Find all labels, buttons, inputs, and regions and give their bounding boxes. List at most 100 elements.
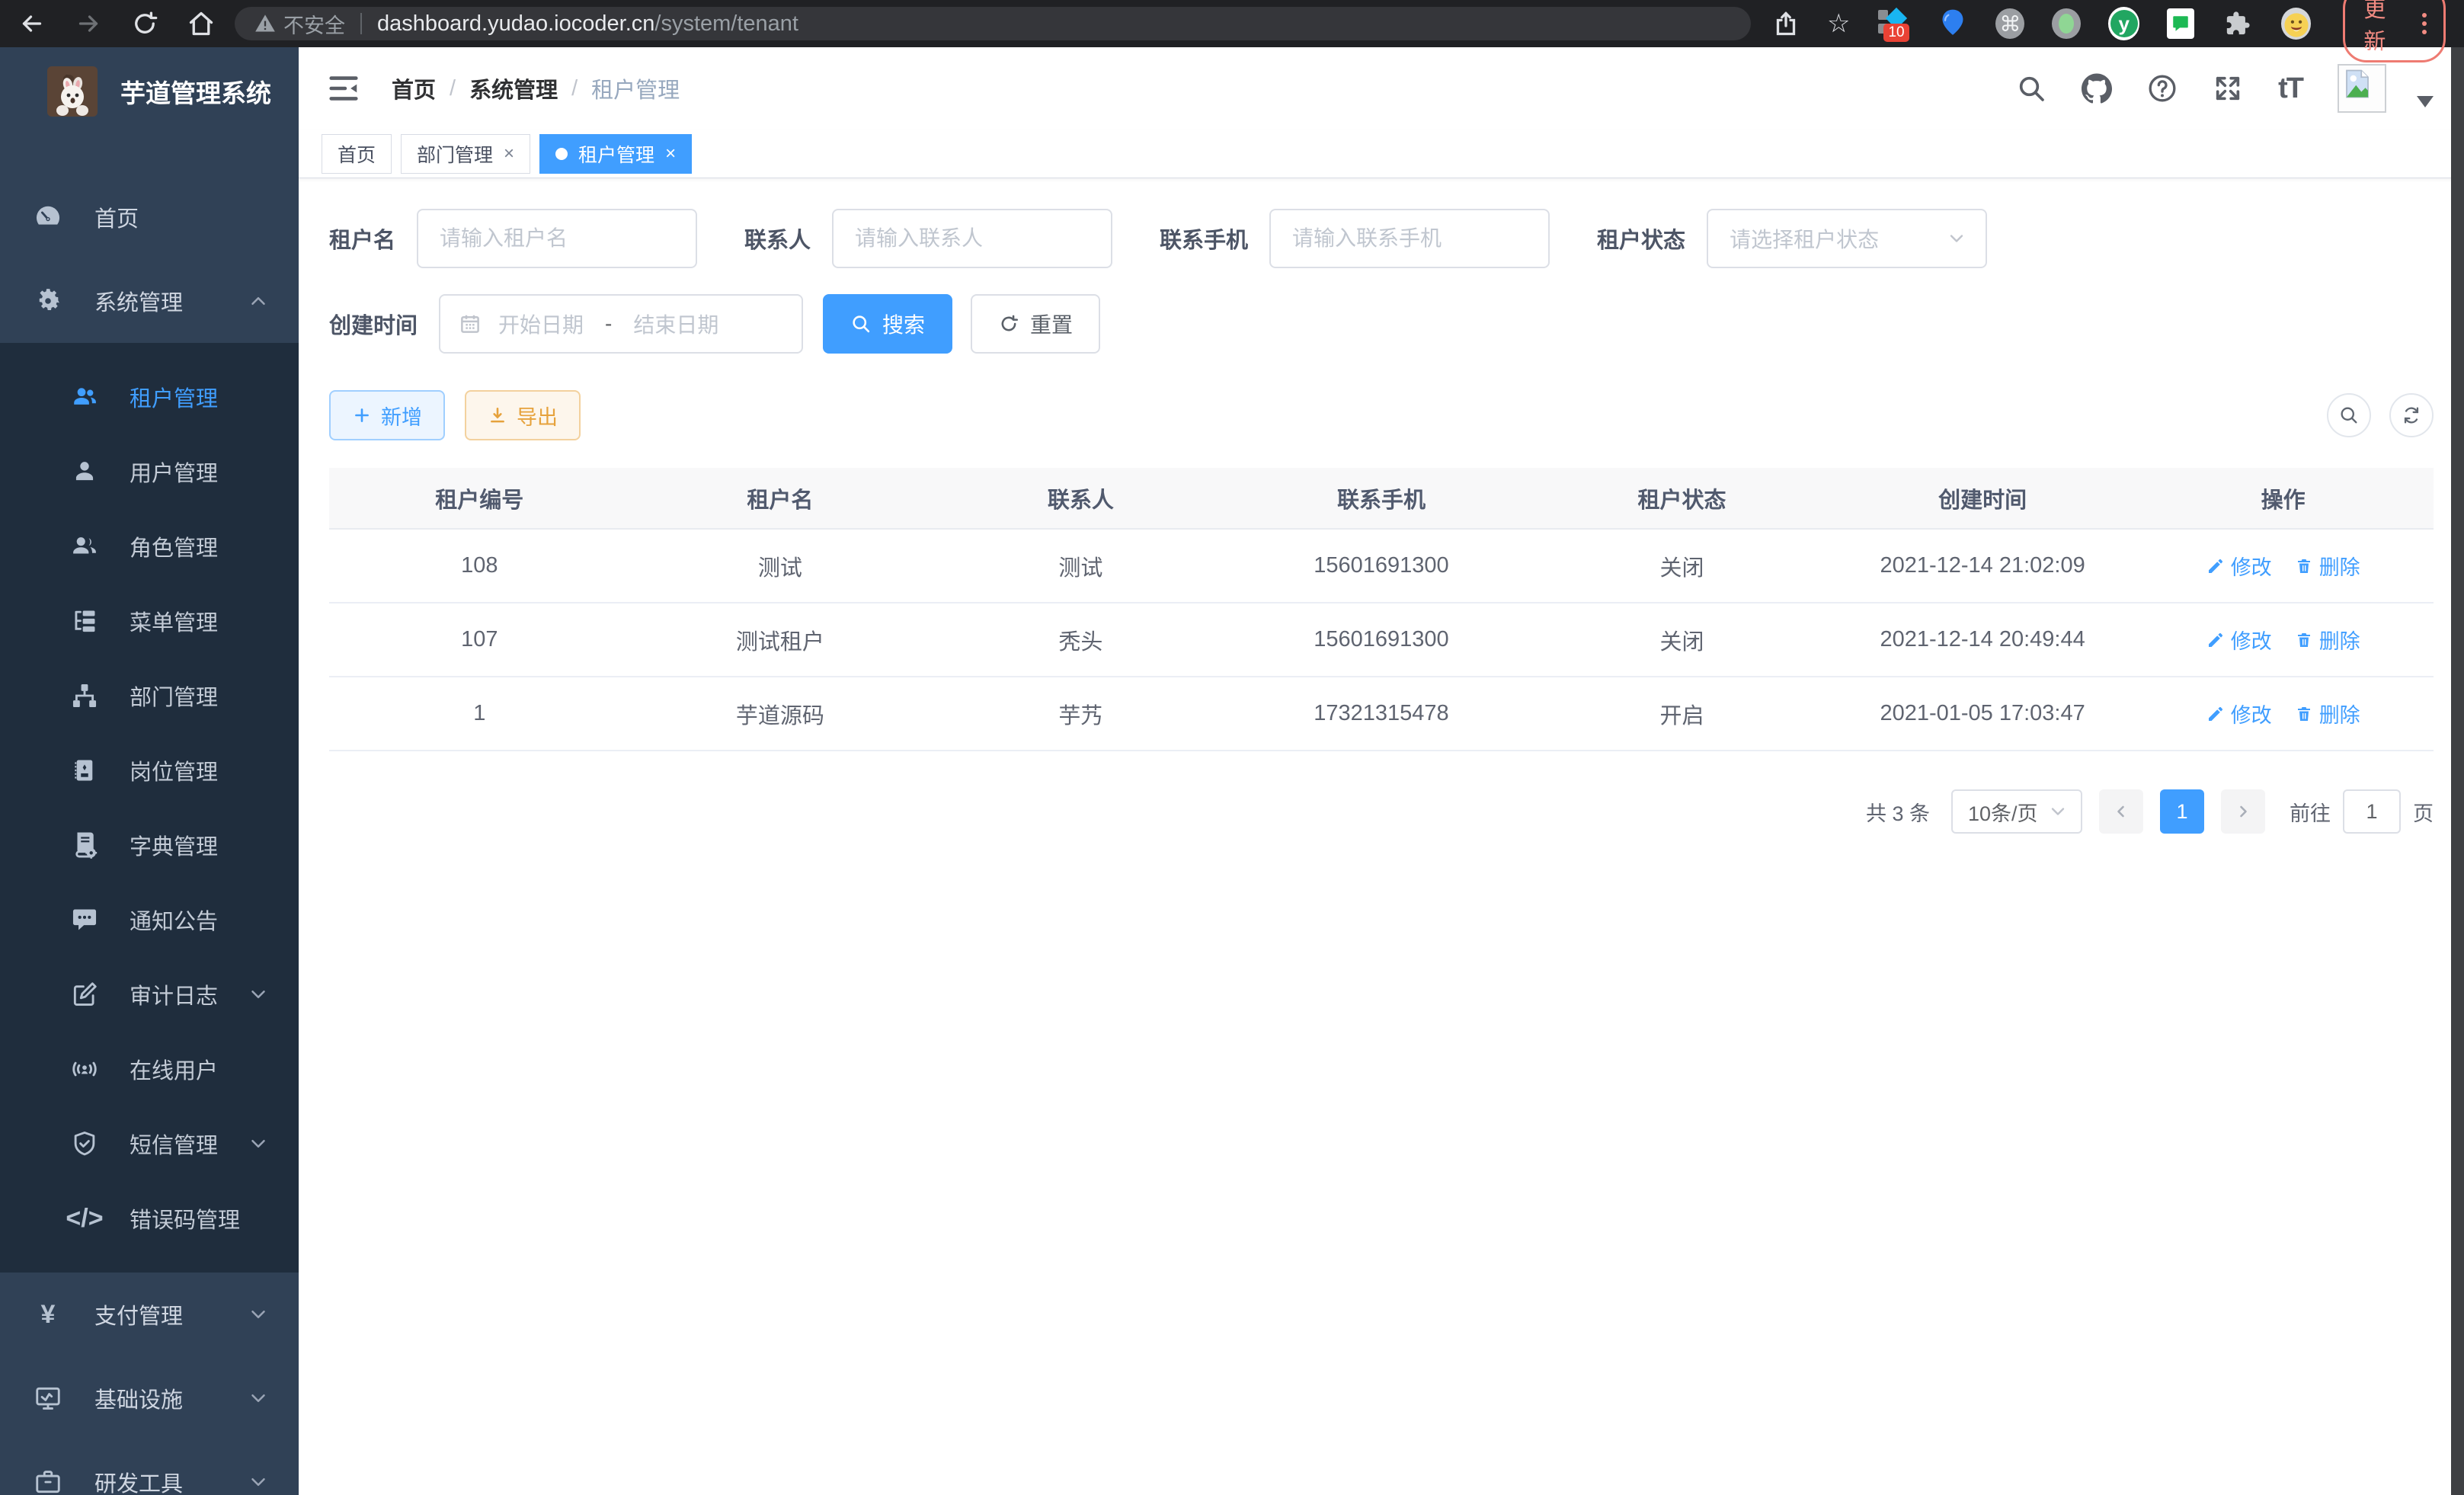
- extension-y-icon[interactable]: y: [2108, 7, 2140, 40]
- window-edge-scrollbar[interactable]: [2451, 47, 2464, 1495]
- tenant-name-input[interactable]: [417, 209, 697, 268]
- sidebar-logo-row[interactable]: 芋道管理系统: [0, 47, 299, 136]
- status-select[interactable]: 请选择租户状态: [1707, 209, 1987, 268]
- sidebar-item-label: 基础设施: [94, 1382, 216, 1414]
- sidebar-item-home[interactable]: 首页: [0, 175, 299, 259]
- edit-link[interactable]: 修改: [2206, 625, 2272, 655]
- github-icon[interactable]: [2082, 73, 2112, 104]
- url-host: dashboard.yudao.iocoder.cn: [377, 11, 654, 37]
- add-button[interactable]: 新增: [329, 390, 445, 440]
- dashboard-gauge-icon: [32, 201, 64, 233]
- tab-label: 首页: [338, 140, 376, 168]
- goto-page-input[interactable]: [2343, 789, 2401, 834]
- sidebar-item-system[interactable]: 系统管理: [0, 259, 299, 343]
- sidebar-item-role[interactable]: 角色管理: [0, 509, 299, 584]
- sidebar-item-dept[interactable]: 部门管理: [0, 658, 299, 733]
- current-page-button[interactable]: 1: [2160, 789, 2204, 834]
- address-bar[interactable]: 不安全 dashboard.yudao.iocoder.cn/system/te…: [235, 7, 1751, 40]
- browser-toolbar: 不安全 dashboard.yudao.iocoder.cn/system/te…: [0, 0, 2464, 47]
- extension-tiles-icon[interactable]: 10: [1877, 7, 1909, 40]
- page-size-select[interactable]: 10条/页: [1951, 789, 2082, 834]
- sidebar-item-label: 租户管理: [130, 381, 270, 413]
- sidebar-item-infra[interactable]: 基础设施: [0, 1356, 299, 1440]
- search-icon: [2338, 405, 2360, 426]
- sidebar: 芋道管理系统 首页 系统管理 租户管理 用户管理: [0, 47, 299, 1495]
- next-page-button[interactable]: [2221, 789, 2265, 834]
- reset-button[interactable]: 重置: [971, 294, 1100, 354]
- cell-created: 2021-12-14 20:49:44: [1832, 603, 2133, 677]
- edit-link[interactable]: 修改: [2206, 551, 2272, 581]
- mobile-input[interactable]: [1269, 209, 1550, 268]
- app-title: 芋道管理系统: [120, 73, 271, 110]
- sidebar-item-error-code[interactable]: </> 错误码管理: [0, 1181, 299, 1256]
- profile-avatar-icon[interactable]: [2281, 8, 2312, 40]
- browser-home-icon[interactable]: [187, 10, 215, 37]
- cell-contact: 秃头: [930, 603, 1231, 677]
- bookmark-star-icon[interactable]: ☆: [1827, 11, 1850, 37]
- goto-label: 前往: [2290, 797, 2331, 827]
- breadcrumb-system[interactable]: 系统管理: [469, 72, 558, 104]
- security-label[interactable]: 不安全: [283, 9, 345, 39]
- avatar-caret-icon[interactable]: [2417, 96, 2434, 107]
- browser-back-icon[interactable]: [18, 10, 46, 37]
- help-icon[interactable]: [2147, 73, 2178, 104]
- toggle-search-button[interactable]: [2327, 393, 2371, 437]
- extensions-puzzle-icon[interactable]: [2222, 7, 2254, 40]
- filter-row-2: 创建时间 开始日期 - 结束日期 搜索 重置: [329, 294, 2434, 354]
- extension-cmd-icon[interactable]: ⌘: [1995, 8, 2024, 39]
- cell-contact: 芋艿: [930, 677, 1231, 751]
- search-button[interactable]: 搜索: [823, 294, 952, 354]
- omnibox-divider: [360, 13, 362, 34]
- breadcrumb-home[interactable]: 首页: [392, 72, 436, 104]
- sidebar-item-dev-tools[interactable]: 研发工具: [0, 1440, 299, 1495]
- extension-balloon-icon[interactable]: [1937, 7, 1969, 40]
- sidebar-item-tenant[interactable]: 租户管理: [0, 360, 299, 434]
- delete-link[interactable]: 删除: [2295, 551, 2360, 581]
- sidebar-item-sms[interactable]: 短信管理: [0, 1106, 299, 1181]
- delete-link[interactable]: 删除: [2295, 699, 2360, 728]
- cell-created: 2021-01-05 17:03:47: [1832, 677, 2133, 751]
- fullscreen-icon[interactable]: [2213, 73, 2243, 104]
- sidebar-item-online-users[interactable]: 在线用户: [0, 1032, 299, 1106]
- close-icon[interactable]: ×: [665, 143, 676, 165]
- broken-image-icon: [2341, 68, 2373, 100]
- audit-log-icon: [69, 978, 101, 1010]
- chrome-update-button[interactable]: 更新: [2343, 0, 2446, 62]
- edit-link[interactable]: 修改: [2206, 699, 2272, 728]
- sidebar-item-user[interactable]: 用户管理: [0, 434, 299, 509]
- sidebar-item-menu-mgmt[interactable]: 菜单管理: [0, 584, 299, 658]
- prev-page-button[interactable]: [2099, 789, 2143, 834]
- trash-icon: [2295, 557, 2313, 575]
- header-search-icon[interactable]: [2016, 73, 2046, 104]
- export-button[interactable]: 导出: [465, 390, 581, 440]
- breadcrumb-current: 租户管理: [591, 72, 680, 104]
- notice-bubble-icon: [69, 904, 101, 936]
- refresh-table-button[interactable]: [2389, 393, 2434, 437]
- tab-dept[interactable]: 部门管理 ×: [401, 134, 530, 174]
- close-icon[interactable]: ×: [504, 143, 514, 165]
- extension-chat-icon[interactable]: [2167, 8, 2194, 39]
- share-icon[interactable]: [1772, 10, 1800, 37]
- delete-link[interactable]: 删除: [2295, 625, 2360, 655]
- sidebar-item-audit-log[interactable]: 审计日志: [0, 957, 299, 1032]
- tenant-table: 租户编号 租户名 联系人 联系手机 租户状态 创建时间 操作 108 测试 测试: [329, 468, 2434, 751]
- contact-input[interactable]: [832, 209, 1112, 268]
- sidebar-item-dict[interactable]: 字典管理: [0, 808, 299, 882]
- sidebar-item-pay[interactable]: ¥ 支付管理: [0, 1273, 299, 1356]
- browser-forward-icon[interactable]: [75, 10, 102, 37]
- pagination: 共 3 条 10条/页 1 前往 页: [329, 789, 2434, 834]
- font-size-icon[interactable]: tT: [2278, 72, 2302, 105]
- insecure-warning-icon: [254, 13, 276, 34]
- sidebar-item-post[interactable]: 岗位管理: [0, 733, 299, 808]
- extension-record-icon[interactable]: [2052, 8, 2081, 39]
- browser-reload-icon[interactable]: [131, 10, 158, 37]
- sidebar-item-notice[interactable]: 通知公告: [0, 882, 299, 957]
- tab-tenant[interactable]: 租户管理 ×: [539, 134, 692, 174]
- menu-tree-icon: [69, 605, 101, 637]
- tab-home[interactable]: 首页: [322, 134, 392, 174]
- sidebar-item-label: 用户管理: [130, 456, 270, 488]
- sidebar-toggle-icon[interactable]: [326, 71, 361, 106]
- browser-menu-icon[interactable]: [2418, 11, 2431, 36]
- create-time-range-picker[interactable]: 开始日期 - 结束日期: [439, 294, 803, 354]
- avatar[interactable]: [2338, 64, 2386, 113]
